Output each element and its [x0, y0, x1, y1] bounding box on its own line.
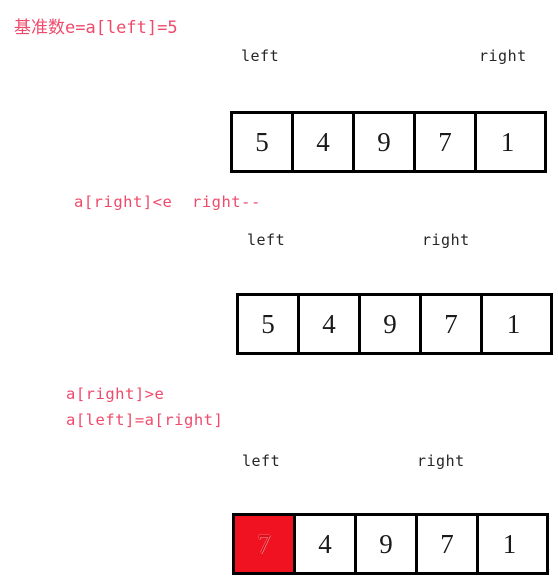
- array-cell: 7: [416, 114, 477, 170]
- array-cell: 4: [294, 114, 355, 170]
- annotation-step2: a[right]<e right--: [74, 193, 261, 211]
- array-cell-highlighted: 7: [235, 516, 296, 572]
- annotation-step3-line2: a[left]=a[right]: [66, 411, 224, 429]
- array-cell: 7: [422, 296, 483, 352]
- array-cell: 4: [296, 516, 357, 572]
- page-title: 基准数e=a[left]=5: [14, 18, 178, 38]
- pointer-label-left-step3: left: [242, 452, 281, 470]
- array-row-step1: 5 4 9 7 1: [230, 111, 547, 173]
- array-row-step2: 5 4 9 7 1: [236, 293, 553, 355]
- array-cell: 1: [477, 114, 538, 170]
- array-cell: 1: [479, 516, 540, 572]
- array-cell: 9: [361, 296, 422, 352]
- pointer-label-left-step1: left: [241, 47, 280, 65]
- array-cell: 5: [239, 296, 300, 352]
- pointer-label-right-step2: right: [422, 231, 470, 249]
- pointer-label-left-step2: left: [247, 231, 286, 249]
- array-cell: 4: [300, 296, 361, 352]
- annotation-step3-line1: a[right]>e: [66, 385, 165, 403]
- array-cell: 5: [233, 114, 294, 170]
- array-cell: 1: [483, 296, 544, 352]
- array-cell: 7: [418, 516, 479, 572]
- pointer-label-right-step1: right: [479, 47, 527, 65]
- array-row-step3: 7 4 9 7 1: [232, 513, 549, 575]
- pointer-label-right-step3: right: [417, 452, 465, 470]
- array-cell: 9: [355, 114, 416, 170]
- array-cell: 9: [357, 516, 418, 572]
